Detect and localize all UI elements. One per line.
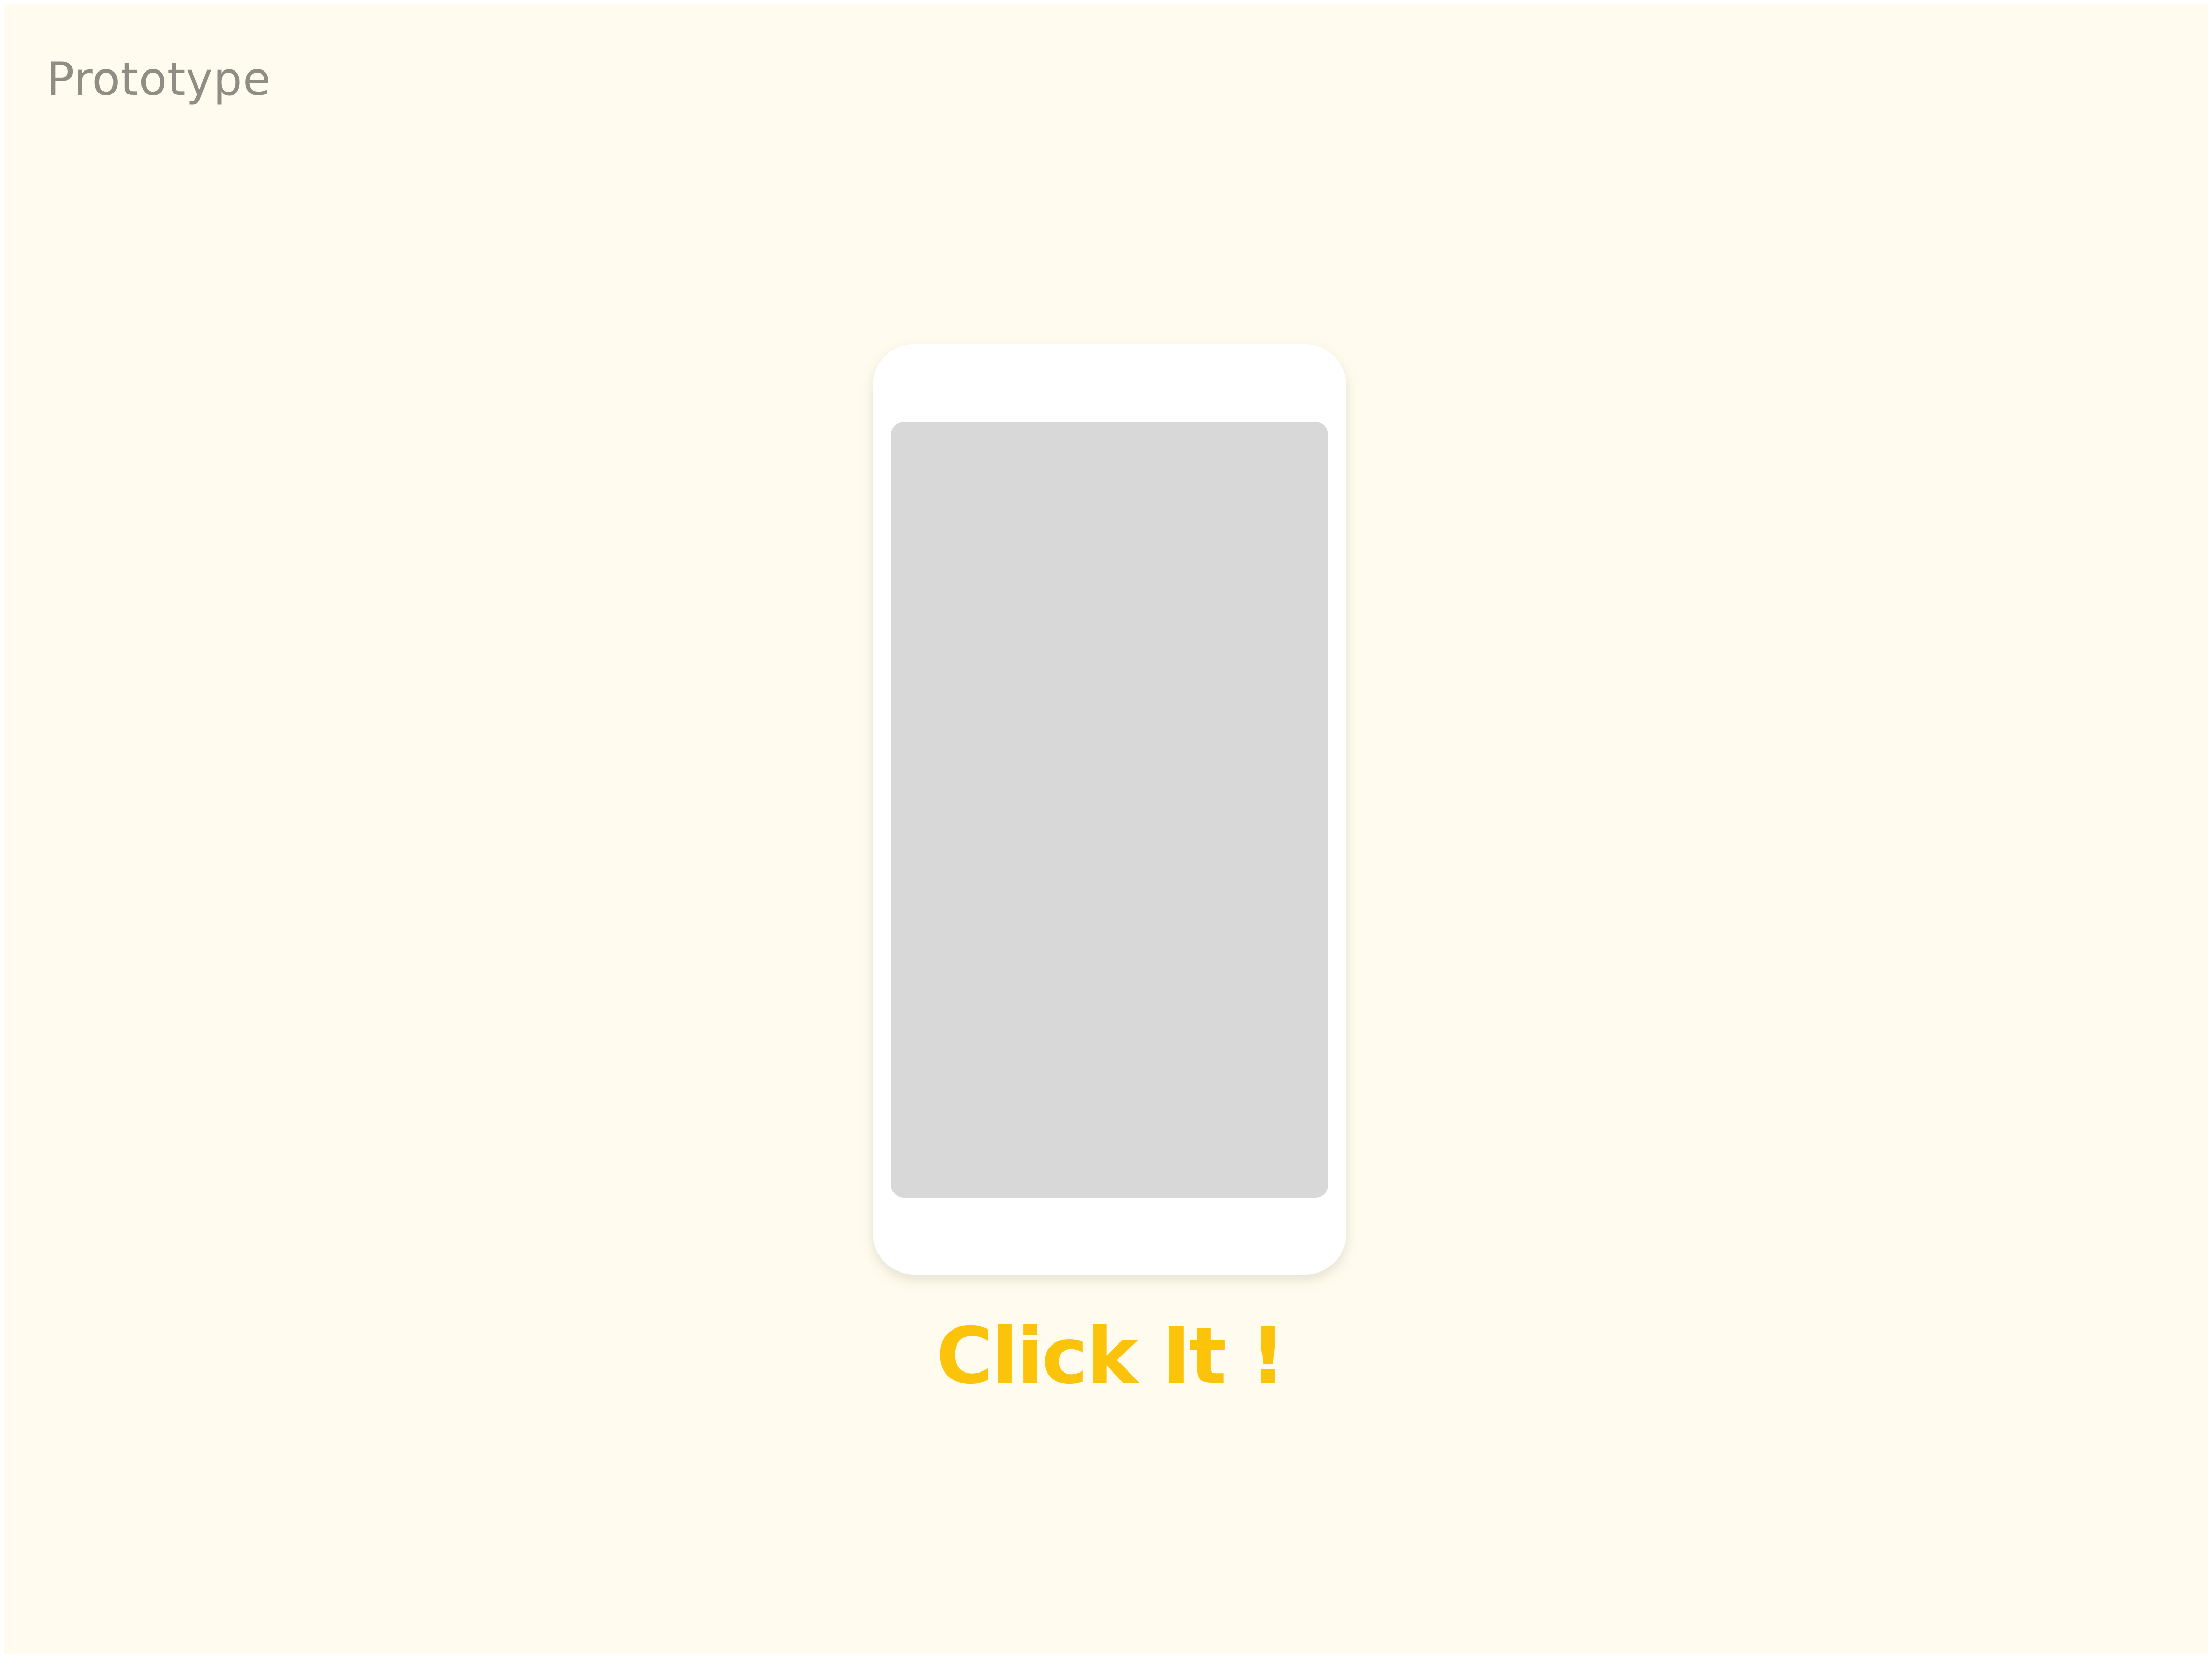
prototype-canvas: Prototype Click It ! bbox=[4, 4, 2208, 1654]
click-it-button[interactable]: Click It ! bbox=[592, 1310, 1628, 1403]
page-title: Prototype bbox=[47, 52, 272, 106]
phone-screen-placeholder[interactable] bbox=[891, 422, 1328, 1198]
phone-mockup[interactable] bbox=[873, 344, 1346, 1275]
